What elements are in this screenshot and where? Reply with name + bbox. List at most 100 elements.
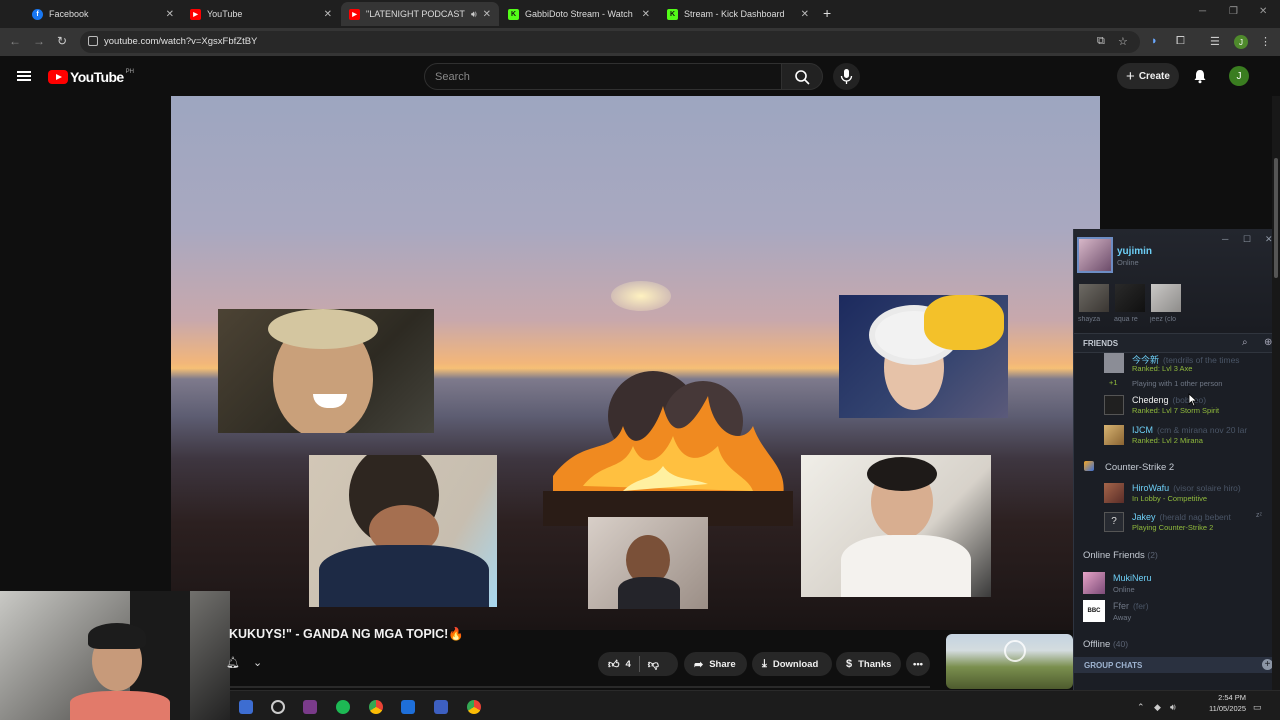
video-player[interactable] bbox=[171, 96, 1100, 630]
scrollbar-thumb[interactable] bbox=[1274, 158, 1278, 278]
tab-title: "LATENIGHT PODCAST wit bbox=[366, 9, 467, 19]
thumbs-down-icon[interactable]: 👎︎ bbox=[648, 658, 659, 671]
tab-title: GabbiDoto Stream - Watch Liv bbox=[525, 9, 636, 19]
reload-icon[interactable]: ↻ bbox=[57, 34, 67, 48]
app-icon[interactable] bbox=[434, 700, 448, 714]
url-text: youtube.com/watch?v=XgsxFbfZtBY bbox=[104, 36, 258, 47]
app-icon[interactable] bbox=[239, 700, 253, 714]
browser-tab-strip: f Facebook ✕ ▶ YouTube ✕ ▶ "LATENIGHT PO… bbox=[0, 0, 1280, 28]
friend-row[interactable]: MukiNeru Online bbox=[1083, 572, 1258, 594]
site-info-icon[interactable] bbox=[88, 36, 98, 46]
recent-friend-avatar[interactable] bbox=[1079, 284, 1109, 312]
notification-settings-button[interactable]: 🔔︎ ⌄ bbox=[226, 656, 266, 672]
share-button[interactable]: ➦ Share bbox=[684, 652, 747, 676]
tab-kick-dashboard[interactable]: K Stream - Kick Dashboard ✕ bbox=[659, 2, 817, 26]
steam-user-status: Online bbox=[1117, 258, 1139, 267]
tray-app-icon[interactable]: ◆ bbox=[1154, 702, 1161, 713]
download-button[interactable]: ⤓ Download bbox=[752, 652, 832, 676]
friends-label: FRIENDS bbox=[1083, 339, 1119, 348]
forward-icon[interactable]: → bbox=[33, 34, 45, 48]
recent-friend-avatar[interactable] bbox=[1151, 284, 1181, 312]
friend-row[interactable]: IJCM (cm & mirana nov 20 lar Ranked: Lvl … bbox=[1104, 425, 1279, 445]
reading-list-icon[interactable]: ☰ bbox=[1210, 35, 1220, 48]
notifications-icon[interactable]: ▭ bbox=[1253, 702, 1262, 713]
youtube-icon: ▶ bbox=[190, 8, 201, 20]
share-label: Share bbox=[709, 658, 736, 670]
close-tab-icon[interactable]: ✕ bbox=[642, 9, 650, 20]
browser-profile-avatar[interactable]: J bbox=[1234, 35, 1248, 49]
offline-label: Offline bbox=[1083, 639, 1111, 650]
browser-menu-icon[interactable]: ⋮ bbox=[1260, 35, 1271, 48]
like-count[interactable]: 4 bbox=[626, 659, 631, 670]
tab-title: Facebook bbox=[49, 9, 89, 19]
webcam-feed-5 bbox=[801, 455, 991, 597]
install-app-icon[interactable]: ⧉ bbox=[1097, 35, 1105, 48]
system-clock[interactable]: 2:54 PM 11/05/2025 bbox=[1196, 692, 1246, 714]
friend-row[interactable]: HiroWafu (visor solaire hiro) In Lobby - … bbox=[1104, 483, 1279, 503]
tray-chevron-up-icon[interactable]: ⌃ bbox=[1137, 702, 1145, 713]
thanks-button[interactable]: $ Thanks bbox=[836, 652, 901, 676]
bookmark-star-icon[interactable]: ☆ bbox=[1118, 35, 1128, 48]
search-button[interactable] bbox=[781, 63, 823, 90]
tab-facebook[interactable]: f Facebook ✕ bbox=[24, 2, 182, 26]
volume-icon[interactable]: 🔊︎ bbox=[1170, 702, 1176, 713]
hamburger-menu-icon[interactable] bbox=[17, 71, 31, 81]
thumbs-up-icon[interactable]: 👍︎ bbox=[608, 658, 620, 671]
group-chats-bar[interactable]: GROUP CHATS + bbox=[1074, 657, 1280, 673]
back-icon[interactable]: ← bbox=[9, 34, 21, 48]
clock-date: 11/05/2025 bbox=[1209, 704, 1246, 713]
close-tab-icon[interactable]: ✕ bbox=[801, 9, 809, 20]
notifications-bell-icon[interactable] bbox=[1192, 68, 1208, 84]
maximize-icon[interactable]: ☐ bbox=[1243, 234, 1251, 245]
online-friends-count: (2) bbox=[1147, 550, 1158, 560]
chrome-icon[interactable] bbox=[369, 700, 383, 714]
spotify-icon[interactable] bbox=[336, 700, 350, 714]
minimize-window-icon[interactable]: ─ bbox=[1199, 6, 1206, 17]
friend-name-text: Ffer bbox=[1113, 601, 1130, 611]
steam-user-avatar[interactable] bbox=[1077, 237, 1113, 273]
friend-status: Playing Counter-Strike 2 bbox=[1132, 523, 1214, 532]
create-button[interactable]: + Create bbox=[1117, 63, 1179, 89]
minimize-icon[interactable]: ─ bbox=[1222, 234, 1228, 244]
account-avatar[interactable]: J bbox=[1229, 66, 1249, 86]
party-note: +1 Playing with 1 other person bbox=[1104, 378, 1279, 390]
voice-search-button[interactable] bbox=[833, 63, 860, 90]
friend-name-text: IJCM bbox=[1132, 425, 1153, 435]
webcam-feed-4 bbox=[588, 517, 708, 609]
friend-row[interactable]: ? Jakey (herald nag bebent Playing Counte… bbox=[1104, 512, 1279, 532]
app-icon[interactable] bbox=[303, 700, 317, 714]
friend-status: Away bbox=[1113, 613, 1132, 622]
friends-section-header: FRIENDS ⌕ ⊕ bbox=[1074, 333, 1280, 353]
extension-icon[interactable]: ◗ bbox=[1151, 35, 1158, 47]
recommended-video-thumbnail[interactable] bbox=[946, 634, 1073, 689]
close-window-icon[interactable]: ✕ bbox=[1259, 6, 1267, 17]
app-icon[interactable] bbox=[271, 700, 285, 714]
search-input[interactable]: Search bbox=[424, 63, 782, 90]
close-tab-icon[interactable]: ✕ bbox=[483, 9, 491, 20]
maximize-window-icon[interactable]: ❐ bbox=[1229, 6, 1238, 17]
friend-row[interactable]: BBC Ffer (fer) Away bbox=[1083, 600, 1258, 622]
page-scrollbar[interactable] bbox=[1272, 96, 1280, 690]
tab-latenight-podcast[interactable]: ▶ "LATENIGHT PODCAST wit 🔊︎ ✕ bbox=[341, 2, 499, 26]
search-friends-icon[interactable]: ⌕ bbox=[1242, 337, 1248, 348]
online-friends-header[interactable]: Online Friends (2) bbox=[1083, 550, 1158, 561]
more-actions-button[interactable]: ••• bbox=[906, 652, 930, 676]
app-icon[interactable] bbox=[401, 700, 415, 714]
friend-status: Ranked: Lvl 7 Storm Spirit bbox=[1132, 406, 1220, 415]
youtube-logo[interactable]: YouTube PH bbox=[48, 69, 134, 85]
offline-friends-header[interactable]: Offline (40) bbox=[1083, 639, 1128, 650]
steam-username[interactable]: yujimin bbox=[1117, 246, 1152, 257]
recent-friend-avatar[interactable] bbox=[1115, 284, 1145, 312]
chrome-icon[interactable] bbox=[467, 700, 481, 714]
tab-youtube[interactable]: ▶ YouTube ✕ bbox=[182, 2, 340, 26]
speaker-icon[interactable]: 🔊︎ bbox=[471, 9, 477, 20]
tab-gabbidoto-stream[interactable]: K GabbiDoto Stream - Watch Liv ✕ bbox=[500, 2, 658, 26]
extensions-puzzle-icon[interactable]: ⧠ bbox=[1176, 35, 1185, 48]
new-tab-icon[interactable]: + bbox=[823, 5, 831, 21]
address-bar[interactable]: youtube.com/watch?v=XgsxFbfZtBY bbox=[80, 31, 1140, 53]
close-tab-icon[interactable]: ✕ bbox=[166, 9, 174, 20]
game-group-header[interactable]: Counter-Strike 2 bbox=[1105, 462, 1174, 473]
friend-row[interactable]: 今今新 (tendrils of the times Ranked: Lvl 3 … bbox=[1104, 353, 1279, 373]
close-tab-icon[interactable]: ✕ bbox=[324, 9, 332, 20]
party-note-text: Playing with 1 other person bbox=[1132, 379, 1223, 388]
